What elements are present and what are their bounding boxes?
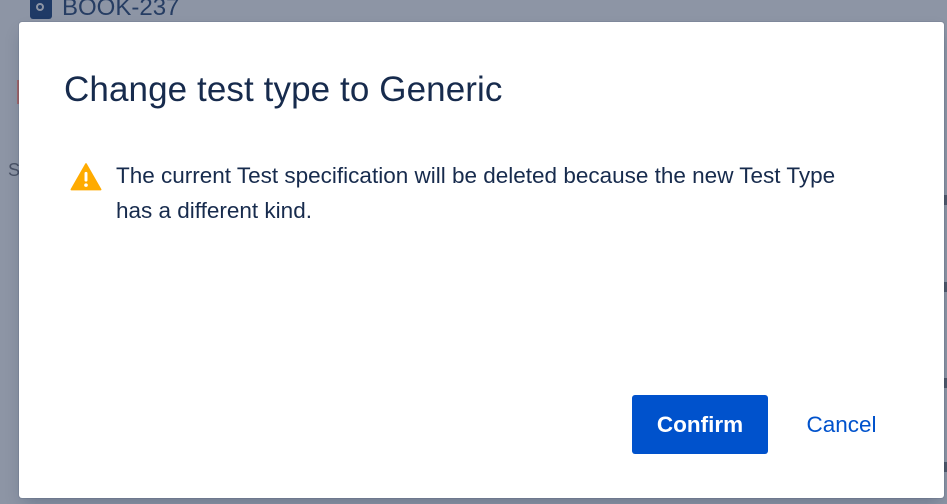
confirm-button[interactable]: Confirm <box>632 395 768 454</box>
cancel-button[interactable]: Cancel <box>789 395 894 454</box>
change-test-type-dialog: Change test type to Generic The current … <box>19 22 944 498</box>
test-issue-icon <box>30 0 52 19</box>
dialog-title: Change test type to Generic <box>64 70 503 109</box>
issue-key: BOOK-237 <box>30 0 179 22</box>
warning-message: The current Test specification will be d… <box>70 158 876 228</box>
warning-icon <box>70 163 102 191</box>
issue-key-label: BOOK-237 <box>62 0 180 21</box>
warning-text: The current Test specification will be d… <box>116 163 836 223</box>
